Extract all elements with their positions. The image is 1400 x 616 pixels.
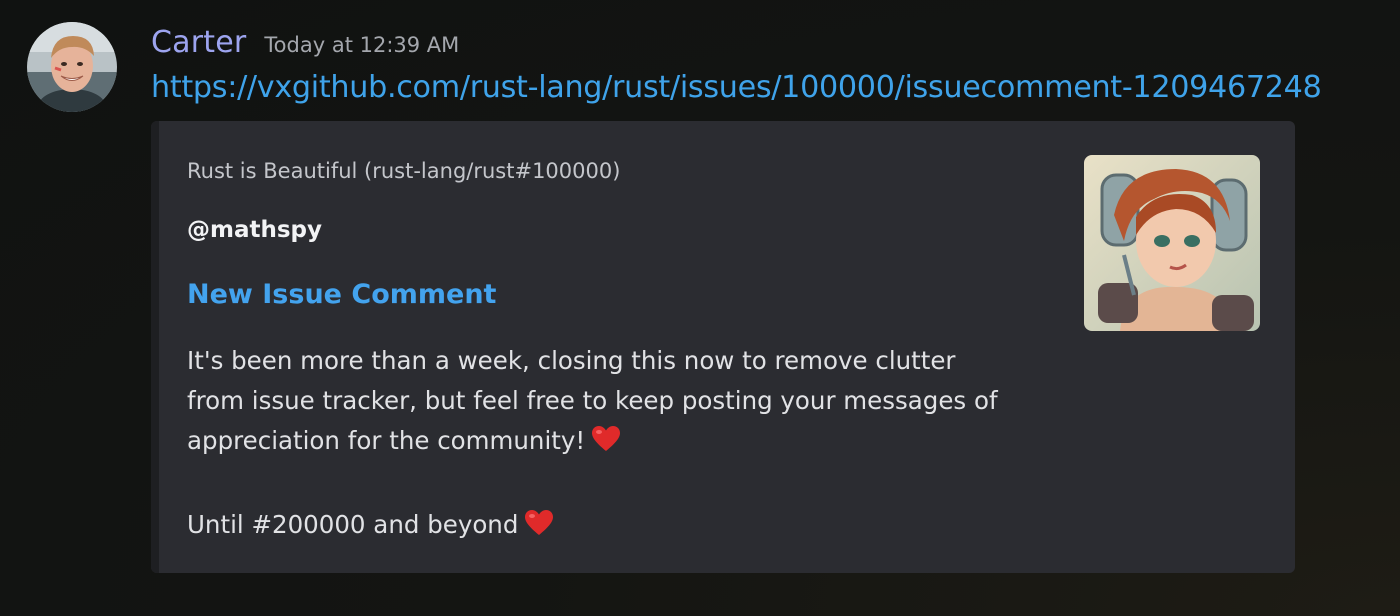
description-line: appreciation for the community! [187,421,1067,465]
embed-title[interactable]: New Issue Comment [187,279,496,310]
embed-author: @mathspy [187,217,323,243]
anime-character-thumbnail-icon [1084,155,1260,331]
timestamp: Today at 12:39 AM [264,33,460,57]
username[interactable]: Carter [151,25,246,60]
description-line: from issue tracker, but feel free to kee… [187,386,998,415]
avatar-image [27,22,117,112]
heart-emoji-icon [591,425,621,465]
embed-description: It's been more than a week, closing this… [187,341,1067,549]
chat-message: Carter Today at 12:39 AM https://vxgithu… [0,0,1400,616]
heart-emoji-icon [524,509,554,549]
embed-accent-bar [151,121,159,573]
description-line: It's been more than a week, closing this… [187,346,956,375]
link-embed: Rust is Beautiful (rust-lang/rust#100000… [151,121,1295,573]
embed-provider: Rust is Beautiful (rust-lang/rust#100000… [187,159,621,183]
embed-thumbnail[interactable] [1084,155,1260,331]
message-header: Carter Today at 12:39 AM [151,25,459,60]
message-link[interactable]: https://vxgithub.com/rust-lang/rust/issu… [151,70,1322,105]
user-avatar[interactable] [27,22,117,112]
description-line: Until #200000 and beyond [187,505,1067,549]
